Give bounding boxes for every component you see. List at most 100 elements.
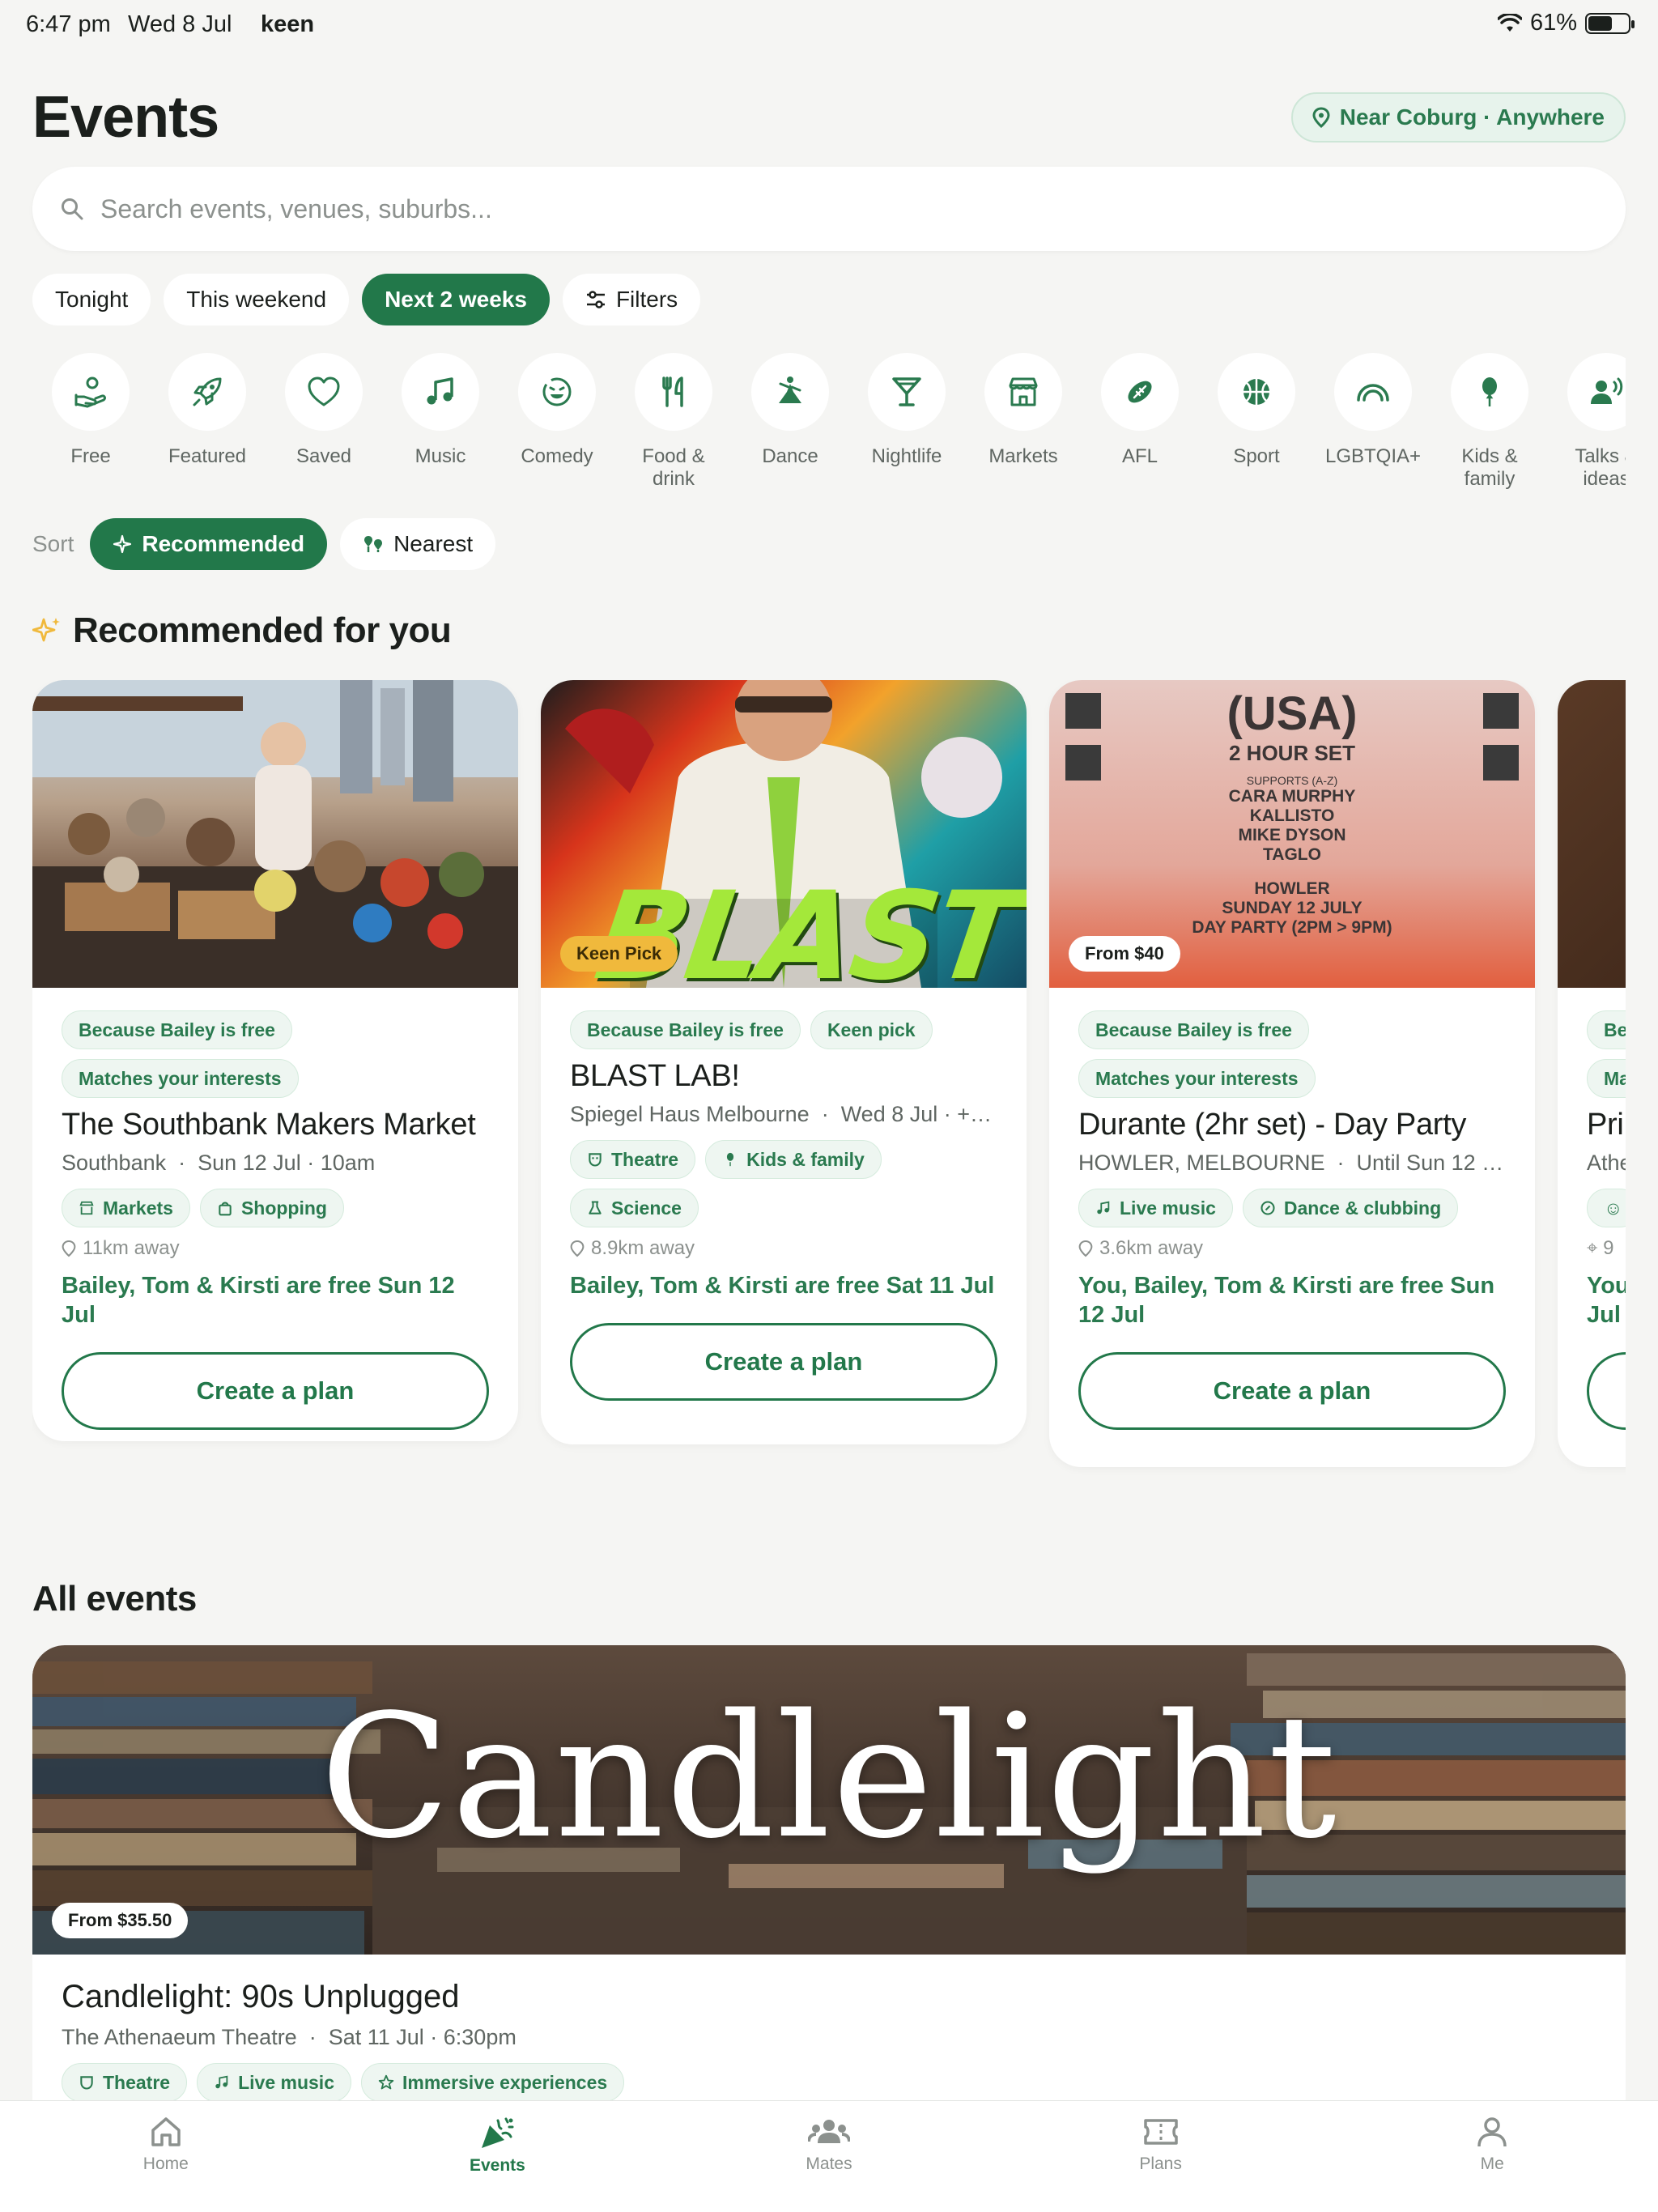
tab-label: Plans [1139,2155,1182,2173]
tab-bar: Home Events Mates Plans Me [0,2100,1658,2212]
chip-next-2-weeks[interactable]: Next 2 weeks [362,274,550,325]
event-title[interactable]: The Southbank Makers Market [62,1108,489,1142]
category-comedy[interactable]: Comedy [499,353,615,491]
category-label: Kids & family [1461,445,1518,490]
chip-label: Tonight [55,287,129,312]
reason-tag: Be [1587,1010,1626,1049]
category-dance[interactable]: Dance [732,353,848,491]
category-talks-ideas[interactable]: Talks & ideas [1548,353,1626,491]
event-distance: ⌖ 9 [1587,1237,1614,1259]
status-bar: 6:47 pm Wed 8 Jul keen 61% [0,0,1658,52]
page-title: Events [32,85,219,150]
map-pin-icon [62,1240,76,1257]
tab-events[interactable]: Events [332,2101,664,2212]
tab-label: Me [1480,2155,1504,2173]
category-featured[interactable]: Featured [149,353,266,491]
event-meta: Southbank · Sun 12 Jul · 10am [62,1151,376,1175]
category-free[interactable]: Free [32,353,149,491]
reason-tag: Ma [1587,1059,1626,1098]
category-tag: ☺ [1587,1189,1626,1227]
event-venue: Southbank [62,1151,167,1175]
chip-label: Next 2 weeks [385,287,527,312]
event-distance: 3.6km away [1078,1237,1506,1260]
filters-button[interactable]: Filters [562,274,701,325]
event-title[interactable]: Candlelight: 90s Unplugged [62,1979,1596,2015]
create-plan-button[interactable]: Create a plan [570,1323,997,1401]
battery-percent: 61% [1529,10,1577,36]
event-title[interactable]: Pri [1587,1108,1626,1142]
people-icon [807,2120,850,2143]
pins-icon [364,536,383,552]
cocktail-icon [892,377,921,406]
disc-icon [1261,1201,1275,1215]
rainbow-icon [1357,384,1389,402]
tab-label: Mates [806,2155,852,2173]
category-nightlife[interactable]: Nightlife [848,353,965,491]
sort-nearest-button[interactable]: Nearest [340,518,496,570]
event-venue: The Athenaeum Theatre [62,2025,297,2049]
search-input[interactable] [100,194,1558,224]
candlelight-logo-text: Candlelight [320,1678,1338,1876]
tab-me[interactable]: Me [1326,2101,1658,2212]
event-date: Until Sun 12 Jul [1356,1151,1506,1175]
category-tag: Science [570,1189,699,1227]
category-lgbtqia[interactable]: LGBTQIA+ [1315,353,1431,491]
event-title[interactable]: Durante (2hr set) - Day Party [1078,1108,1506,1142]
laugh-icon [542,377,572,406]
sort-row: Sort Recommended Nearest [32,518,496,570]
price-badge: From $40 [1069,936,1180,972]
speaker-icon [1591,377,1623,404]
friends-free-text: You, Bailey, Tom & Kirsti are free Sun 1… [1078,1273,1495,1328]
chip-tonight[interactable]: Tonight [32,274,151,325]
location-button[interactable]: Near Coburg · Anywhere [1290,92,1626,143]
create-plan-button[interactable]: Create a plan [62,1352,489,1430]
category-saved[interactable]: Saved [266,353,382,491]
tab-home[interactable]: Home [0,2101,332,2212]
event-card[interactable]: (USA) 2 HOUR SET SUPPORTS (A-Z) CARA MUR… [1049,680,1535,1467]
wifi-icon [1497,13,1522,32]
chip-label: Filters [615,287,678,312]
battery-icon [1585,12,1635,34]
create-plan-button[interactable] [1587,1352,1626,1430]
all-events-heading: All events [32,1579,197,1619]
category-kids-family[interactable]: Kids & family [1431,353,1548,491]
search-bar[interactable] [32,167,1626,251]
event-card[interactable]: BLAST Keen Pick Because Bailey is free K… [541,680,1027,1444]
category-tag: Theatre [570,1140,696,1179]
person-icon [1477,2117,1507,2147]
create-plan-button[interactable]: Create a plan [1078,1352,1506,1430]
category-markets[interactable]: Markets [965,353,1082,491]
event-distance: 8.9km away [570,1237,997,1260]
category-music[interactable]: Music [382,353,499,491]
category-label: Saved [295,445,352,467]
event-card[interactable]: Be Ma Pri Athe ☺ ⌖ 9 YouJul [1558,680,1626,1467]
category-tag: Markets [62,1189,190,1227]
keen-pick-badge: Keen Pick [560,936,678,972]
sort-option-label: Nearest [393,531,474,556]
event-card[interactable]: Because Bailey is free Matches your inte… [32,680,518,1441]
category-tag: Live music [1078,1189,1233,1227]
category-food-drink[interactable]: Food & drink [615,353,732,491]
sort-label: Sort [32,531,74,556]
status-carrier: keen [261,11,315,37]
chip-this-weekend[interactable]: This weekend [164,274,350,325]
category-label: Sport [1233,445,1280,467]
flask-icon [589,1201,602,1214]
category-sport[interactable]: Sport [1198,353,1315,491]
tab-plans[interactable]: Plans [995,2101,1327,2212]
star-icon [378,2074,394,2090]
chip-label: This weekend [186,287,327,312]
market-illustration [32,680,518,988]
tab-mates[interactable]: Mates [663,2101,995,2212]
storefront-icon [79,1201,94,1215]
price-badge: From $35.50 [52,1903,189,1938]
rocket-icon [193,377,222,406]
category-afl[interactable]: AFL [1082,353,1198,491]
event-title[interactable]: BLAST LAB! [570,1059,997,1094]
event-meta: HOWLER, MELBOURNE · Until Sun 12 Jul [1078,1151,1506,1176]
category-label: LGBTQIA+ [1324,445,1422,467]
recommended-carousel[interactable]: Because Bailey is free Matches your inte… [32,680,1626,1506]
reason-tag: Because Bailey is free [62,1010,292,1049]
tab-label: Events [469,2156,525,2175]
sort-recommended-button[interactable]: Recommended [90,518,328,570]
